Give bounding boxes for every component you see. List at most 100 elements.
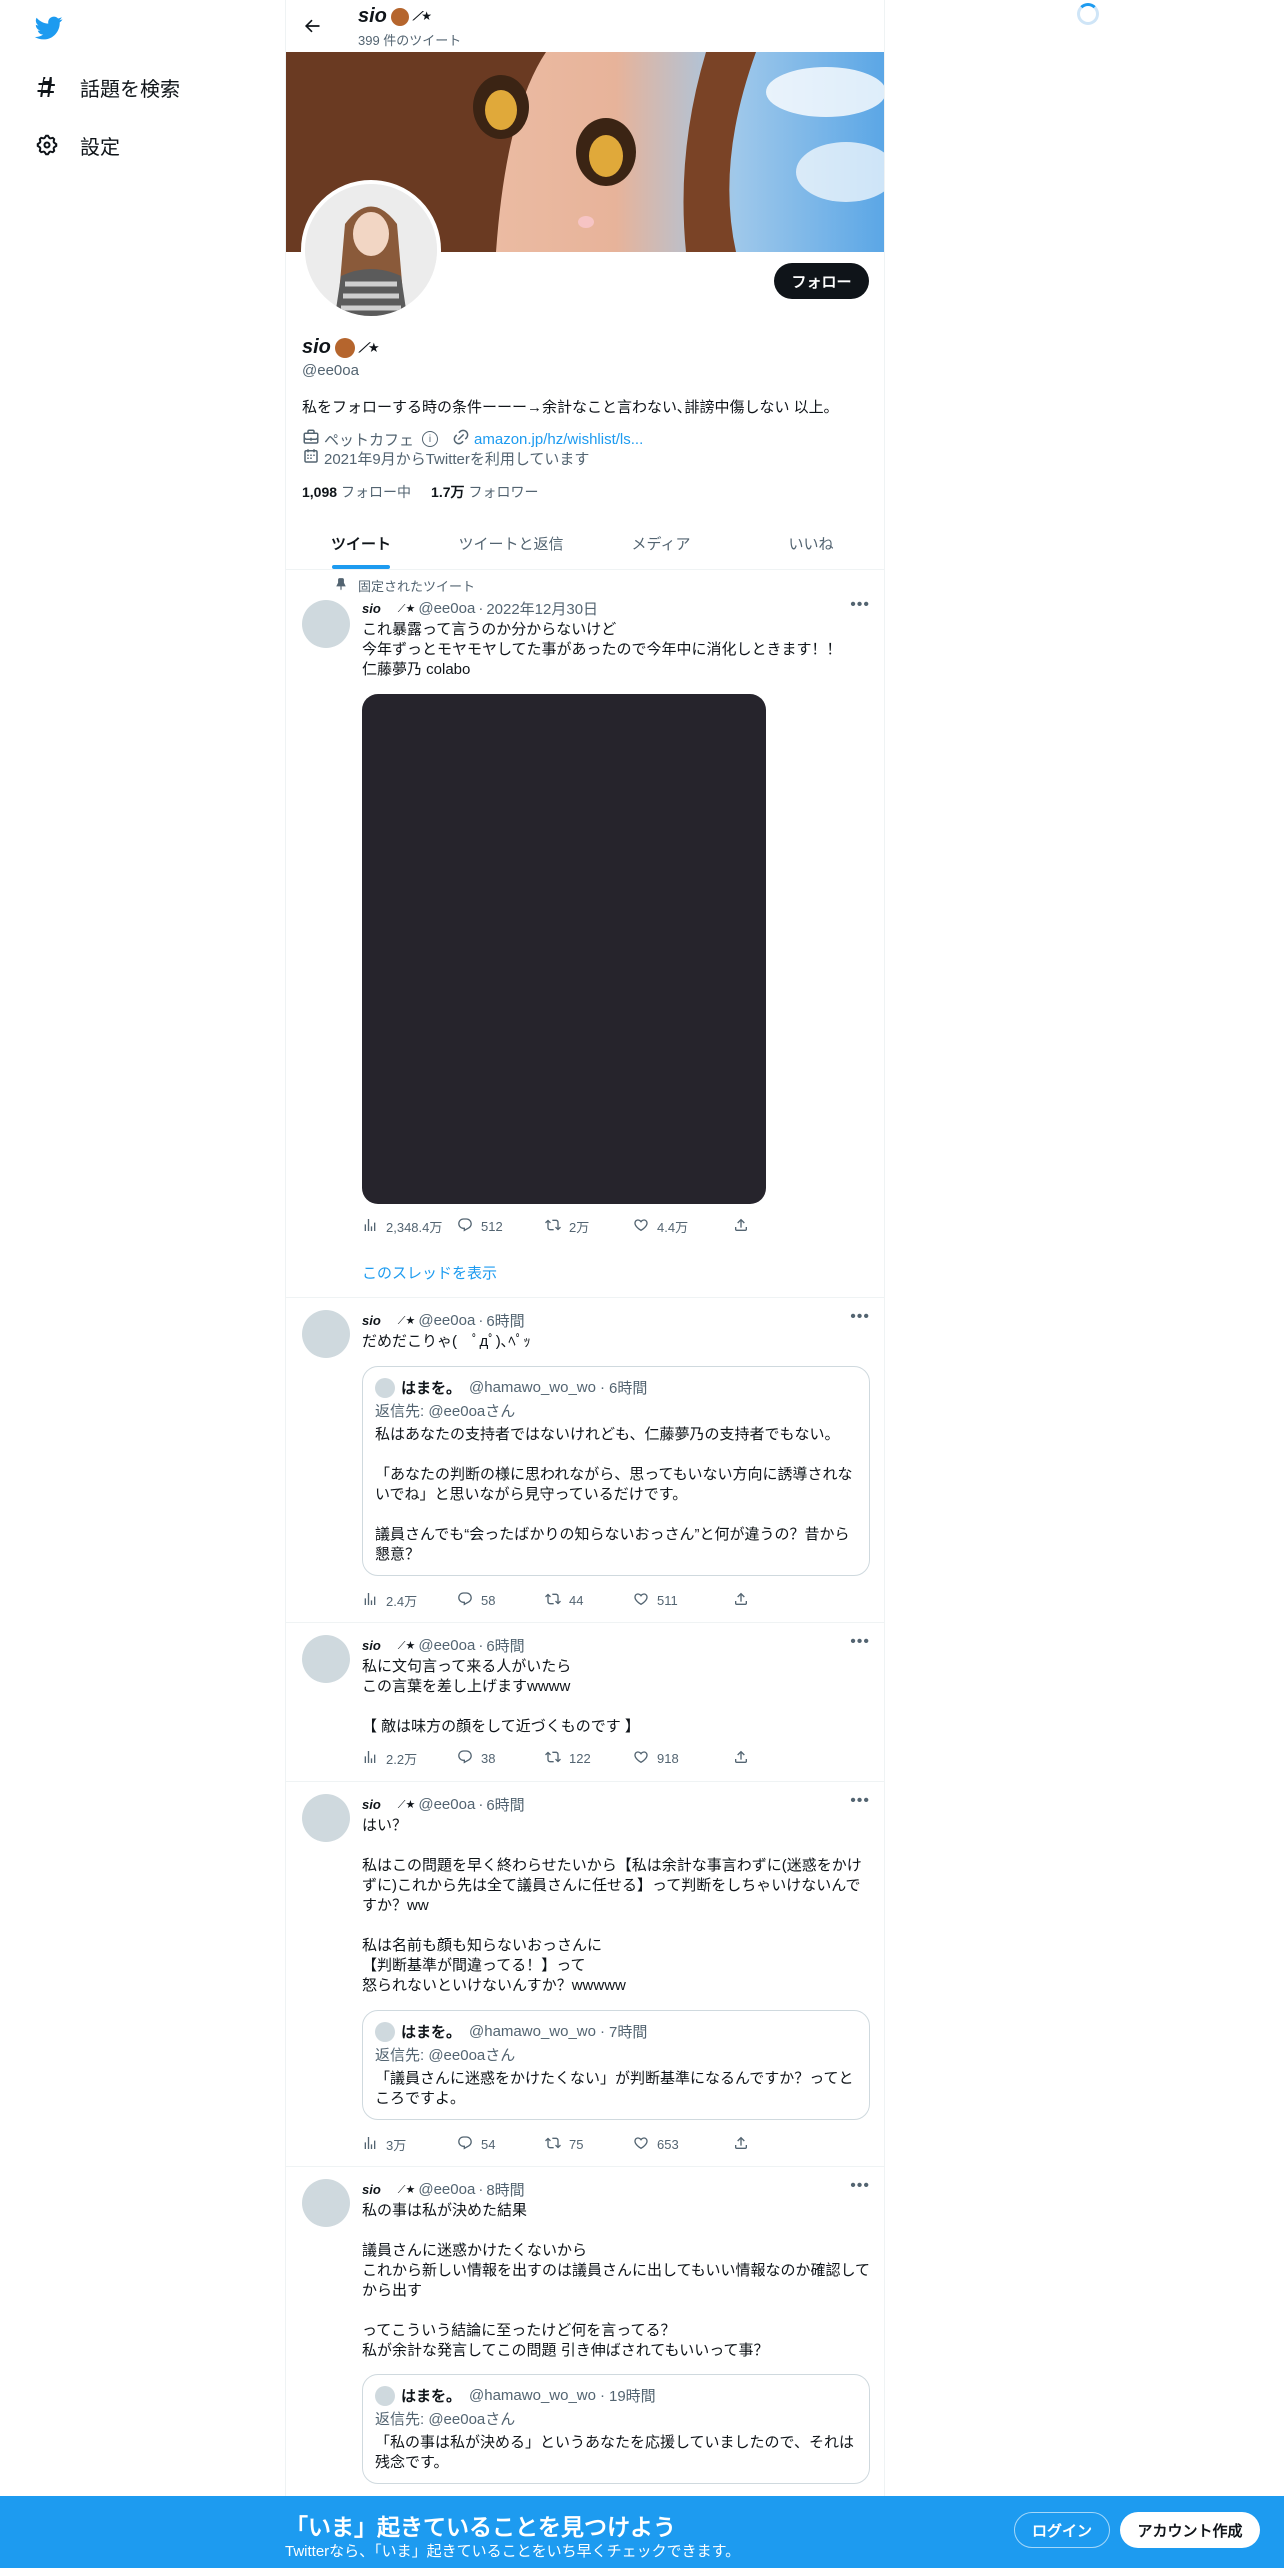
share-button[interactable]	[733, 1591, 749, 1610]
tweet-author-handle[interactable]: @ee0oa	[418, 1796, 475, 1813]
more-options-icon[interactable]: •••	[850, 2177, 870, 2195]
heart-icon	[633, 2135, 649, 2154]
views-stat[interactable]: 2.4万	[362, 1591, 457, 1610]
nav-explore[interactable]: 話題を検索	[34, 65, 180, 109]
signup-prompt-subtitle: Twitterなら、「いま」起きていることをいち早くチェックできます。	[285, 2543, 741, 2560]
tweet-author-name[interactable]: sio	[362, 1638, 381, 1653]
retweet-icon	[545, 1591, 561, 1610]
reply-button[interactable]: 58	[457, 1591, 545, 1610]
quoted-tweet[interactable]: はまを。 @hamawo_wo_wo · 19時間 返信先: @ee0oaさん …	[362, 2374, 870, 2484]
tweet-pinned[interactable]: 固定されたツイート sio ⟋★ @ee0oa · 2022年12月30日 ••…	[286, 570, 884, 1298]
info-icon[interactable]: i	[422, 431, 439, 447]
quote-time: 6時間	[608, 1380, 648, 1397]
retweet-button[interactable]: 44	[545, 1591, 633, 1610]
heart-icon	[633, 1591, 649, 1610]
views-icon	[362, 2135, 378, 2154]
tab-tweets-and-replies[interactable]: ツイートと返信	[436, 517, 586, 569]
back-button[interactable]	[296, 10, 328, 42]
sparkle-icon: ⟋★	[358, 339, 380, 355]
tweet-author-handle[interactable]: @ee0oa	[418, 600, 475, 617]
avatar[interactable]	[302, 600, 350, 648]
like-button[interactable]: 511	[633, 1591, 733, 1610]
tweet-media-image[interactable]	[362, 694, 766, 1204]
nav-settings-label: 設定	[80, 136, 120, 159]
tweet-time[interactable]: 8時間	[486, 2179, 524, 2200]
more-options-icon[interactable]: •••	[850, 1308, 870, 1326]
signup-button[interactable]: アカウント作成	[1120, 2512, 1260, 2548]
tweet-time[interactable]: 6時間	[486, 1794, 524, 1815]
tweet-time[interactable]: 2022年12月30日	[486, 598, 598, 619]
like-button[interactable]: 653	[633, 2135, 733, 2154]
avatar[interactable]	[302, 2179, 350, 2227]
tweet-author-name[interactable]: sio	[362, 2182, 381, 2197]
calendar-icon	[302, 447, 320, 469]
views-stat[interactable]: 3万	[362, 2135, 457, 2154]
follow-button[interactable]: フォロー	[774, 263, 869, 299]
retweet-button[interactable]: 75	[545, 2135, 633, 2154]
reply-button[interactable]: 54	[457, 2135, 545, 2154]
tweet-header: sio ⟋★ @ee0oa · 8時間	[362, 2179, 525, 2200]
nav-settings[interactable]: 設定	[34, 123, 120, 167]
profile-display-name: sio ⟋★	[302, 336, 380, 359]
views-icon	[362, 1591, 378, 1610]
tweet-count: 399 件のツイート	[358, 33, 462, 48]
quoted-tweet[interactable]: はまを。 @hamawo_wo_wo · 7時間 返信先: @ee0oaさん 「…	[362, 2010, 870, 2120]
avatar[interactable]	[302, 1635, 350, 1683]
avatar[interactable]	[302, 1794, 350, 1842]
quoted-tweet[interactable]: はまを。 @hamawo_wo_wo · 6時間 返信先: @ee0oaさん 私…	[362, 1366, 870, 1576]
more-options-icon[interactable]: •••	[850, 1792, 870, 1810]
share-button[interactable]	[733, 2135, 749, 2154]
left-nav: 話題を検索 設定	[0, 0, 285, 2568]
tweet-text: これ暴露って言うのか分からないけど 今年ずっとモヤモヤしてた事があったので今年中…	[362, 621, 842, 678]
tweet-author-name[interactable]: sio	[362, 1313, 381, 1328]
avatar	[375, 1377, 395, 1398]
more-options-icon[interactable]: •••	[850, 596, 870, 614]
like-button[interactable]: 4.4万	[633, 1217, 733, 1236]
tweet[interactable]: sio ⟋★ @ee0oa · 6時間 ••• だめだこりゃ( ﾟдﾟ)､ﾍﾟｯ…	[286, 1298, 884, 1623]
retweet-icon	[545, 2135, 561, 2154]
tweet-author-name[interactable]: sio	[362, 601, 381, 616]
following-stat[interactable]: 1,098 フォロー中	[302, 482, 411, 502]
views-stat[interactable]: 2.2万	[362, 1749, 457, 1768]
share-button[interactable]	[733, 1749, 749, 1768]
reply-button[interactable]: 38	[457, 1749, 545, 1768]
tweet[interactable]: sio ⟋★ @ee0oa · 6時間 ••• 私に文句言って来る人がいたら こ…	[286, 1623, 884, 1782]
profile-avatar[interactable]	[301, 180, 441, 320]
more-options-icon[interactable]: •••	[850, 1633, 870, 1651]
reply-icon	[457, 1749, 473, 1768]
tweet-author-name[interactable]: sio	[362, 1797, 381, 1812]
login-button[interactable]: ログイン	[1014, 2512, 1110, 2548]
tweet-author-handle[interactable]: @ee0oa	[418, 1312, 475, 1329]
quote-text: 「議員さんに迷惑をかけたくない」が判断基準になるんですか？ってところですよ。	[375, 2070, 854, 2107]
tweet-time[interactable]: 6時間	[486, 1310, 524, 1331]
signup-prompt-bar: 「いま」起きていることを見つけよう Twitterなら、「いま」起きていることを…	[0, 2496, 1284, 2568]
tweet-author-handle[interactable]: @ee0oa	[418, 2181, 475, 2198]
pinned-indicator: 固定されたツイート	[334, 576, 475, 595]
gear-icon	[34, 132, 60, 158]
tweet[interactable]: sio ⟋★ @ee0oa · 6時間 ••• はい？ 私はこの問題を早く終わら…	[286, 1782, 884, 2167]
tweet-header: sio ⟋★ @ee0oa · 6時間	[362, 1310, 525, 1331]
tab-media[interactable]: メディア	[586, 517, 736, 569]
profile-joined-row: 2021年9月からTwitterを利用しています	[302, 447, 589, 469]
tweet-time[interactable]: 6時間	[486, 1635, 524, 1656]
like-button[interactable]: 918	[633, 1749, 733, 1768]
tweet-author-handle[interactable]: @ee0oa	[418, 1637, 475, 1654]
followers-stat[interactable]: 1.7万 フォロワー	[431, 482, 538, 502]
reply-button[interactable]: 512	[457, 1217, 545, 1236]
retweet-button[interactable]: 2万	[545, 1217, 633, 1236]
loading-spinner-icon	[1077, 3, 1099, 25]
sparkle-icon: ⟋★	[397, 1314, 416, 1327]
profile-link[interactable]: amazon.jp/hz/wishlist/ls...	[474, 431, 643, 448]
twitter-logo-icon[interactable]	[32, 14, 66, 42]
show-thread-link[interactable]: このスレッドを表示	[362, 1262, 497, 1283]
tab-tweets[interactable]: ツイート	[286, 517, 436, 569]
quote-header: はまを。 @hamawo_wo_wo · 19時間	[375, 2385, 857, 2406]
tab-likes[interactable]: いいね	[736, 517, 884, 569]
quote-time: 19時間	[608, 2388, 656, 2405]
avatar[interactable]	[302, 1310, 350, 1358]
retweet-button[interactable]: 122	[545, 1749, 633, 1768]
quote-header: はまを。 @hamawo_wo_wo · 7時間	[375, 2021, 857, 2042]
views-stat[interactable]: 2,348.4万	[362, 1217, 457, 1236]
share-button[interactable]	[733, 1217, 749, 1236]
follow-stats: 1,098 フォロー中 1.7万 フォロワー	[302, 482, 539, 502]
